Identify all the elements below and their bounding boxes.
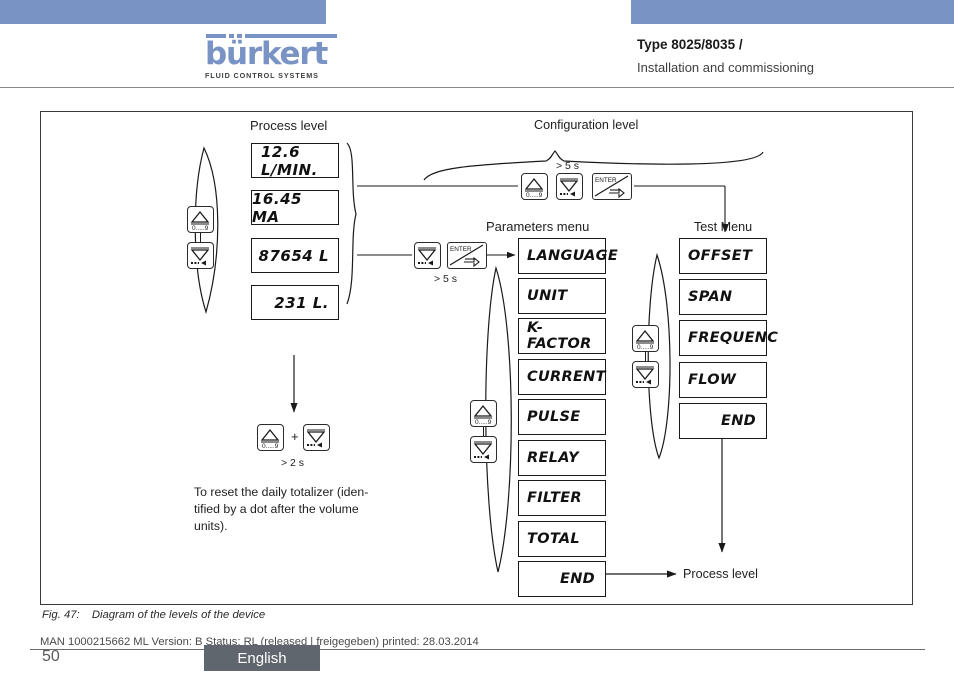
down-arrow-key[interactable] bbox=[187, 242, 214, 269]
return-process-level-label: Process level bbox=[683, 567, 758, 581]
param-item-filter[interactable]: FILTER bbox=[518, 480, 606, 516]
params-scroll-down-key[interactable] bbox=[470, 436, 497, 463]
params-hold-time-label: > 5 s bbox=[434, 273, 458, 285]
test-menu-heading: Test Menu bbox=[694, 220, 753, 234]
figure-caption-number: Fig. 47: bbox=[42, 609, 80, 621]
figure-caption: Fig. 47: Diagram of the levels of the de… bbox=[42, 609, 265, 621]
figure-frame bbox=[40, 111, 913, 605]
process-level-heading: Process level bbox=[250, 118, 328, 133]
test-item-offset[interactable]: OFFSET bbox=[679, 238, 767, 274]
param-item-k-factor[interactable]: K-FACTOR bbox=[518, 318, 606, 354]
process-display-current: 16.45 MA bbox=[251, 190, 339, 226]
svg-text:0.....9: 0.....9 bbox=[526, 192, 543, 198]
svg-text:0.....9: 0.....9 bbox=[475, 419, 492, 425]
parameters-menu-heading: Parameters menu bbox=[486, 219, 590, 234]
svg-text:0.....9: 0.....9 bbox=[192, 225, 209, 231]
param-item-total[interactable]: TOTAL bbox=[518, 521, 606, 557]
process-display-flow: 12.6 L/MIN. bbox=[251, 143, 339, 179]
test-item-span[interactable]: SPAN bbox=[679, 279, 767, 315]
top-bar-left bbox=[0, 0, 326, 24]
reset-note-text: To reset the daily totalizer (iden-tifie… bbox=[194, 485, 369, 533]
header-divider bbox=[0, 87, 954, 88]
param-item-end[interactable]: END bbox=[518, 561, 606, 597]
test-scroll-up-key[interactable]: 0.....9 bbox=[632, 325, 659, 352]
logo-tagline: FLUID CONTROL SYSTEMS bbox=[205, 71, 319, 81]
up-arrow-key[interactable]: 0.....9 bbox=[187, 206, 214, 233]
top-bar-right bbox=[631, 0, 954, 24]
config-enter-key[interactable]: ENTER bbox=[592, 173, 632, 200]
params-scroll-up-key[interactable]: 0.....9 bbox=[470, 400, 497, 427]
reset-hold-time-label: > 2 s bbox=[281, 457, 305, 469]
footer-divider bbox=[30, 649, 925, 650]
svg-text:0.....9: 0.....9 bbox=[637, 344, 654, 350]
test-item-frequenc[interactable]: FREQUENC bbox=[679, 320, 778, 356]
reset-up-arrow-key[interactable]: 0.....9 bbox=[257, 424, 284, 451]
test-item-flow[interactable]: FLOW bbox=[679, 362, 767, 398]
test-key-link-line bbox=[645, 352, 646, 361]
svg-text:0.....9: 0.....9 bbox=[262, 443, 279, 449]
param-item-pulse[interactable]: PULSE bbox=[518, 399, 606, 435]
param-item-current[interactable]: CURRENT bbox=[518, 359, 606, 395]
page-number: 50 bbox=[42, 648, 60, 665]
param-item-relay[interactable]: RELAY bbox=[518, 440, 606, 476]
reset-down-arrow-key[interactable] bbox=[303, 424, 330, 451]
reset-plus-sign: + bbox=[291, 429, 299, 444]
logo-wordmark: bürkert bbox=[205, 36, 328, 72]
svg-text:ENTER: ENTER bbox=[450, 246, 472, 253]
config-up-arrow-key[interactable]: 0.....9 bbox=[521, 173, 548, 200]
params-enter-key[interactable]: ENTER bbox=[447, 242, 487, 269]
key-link-line bbox=[200, 233, 201, 242]
config-hold-time-label: > 5 s bbox=[556, 160, 580, 172]
param-item-language[interactable]: LANGUAGE bbox=[518, 238, 618, 274]
param-item-unit[interactable]: UNIT bbox=[518, 278, 606, 314]
params-down-arrow-key[interactable] bbox=[414, 242, 441, 269]
configuration-level-heading: Configuration level bbox=[534, 118, 639, 132]
language-tab: English bbox=[204, 645, 320, 671]
figure-caption-text: Diagram of the levels of the device bbox=[91, 609, 266, 621]
params-key-link-line bbox=[483, 427, 484, 436]
process-display-daily-totalizer: 231 L. bbox=[251, 285, 339, 320]
burkert-logo: bürkert FLUID CONTROL SYSTEMS bbox=[205, 34, 341, 80]
document-section-subtitle: Installation and commissioning bbox=[637, 60, 815, 75]
document-type-title: Type 8025/8035 / bbox=[637, 37, 743, 52]
process-display-totalizer: 87654 L bbox=[251, 238, 339, 273]
svg-text:ENTER: ENTER bbox=[595, 177, 617, 184]
test-scroll-down-key[interactable] bbox=[632, 361, 659, 388]
test-item-end[interactable]: END bbox=[679, 403, 767, 439]
config-down-arrow-key[interactable] bbox=[556, 173, 583, 200]
